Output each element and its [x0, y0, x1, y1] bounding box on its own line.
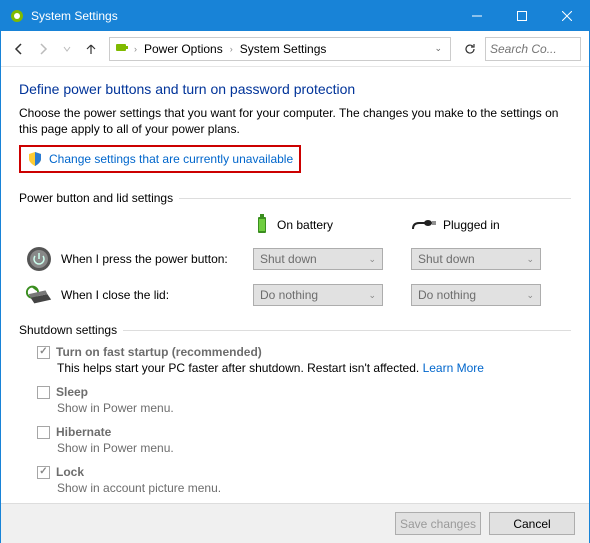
maximize-button[interactable] — [499, 1, 544, 31]
row-close-lid: When I close the lid: — [25, 281, 235, 309]
learn-more-link[interactable]: Learn More — [423, 361, 484, 375]
cancel-button[interactable]: Cancel — [489, 512, 575, 535]
chevron-down-icon: ⌄ — [526, 290, 534, 301]
change-settings-highlight: Change settings that are currently unava… — [19, 145, 301, 173]
lock-desc: Show in account picture menu. — [57, 481, 571, 495]
section-power-button-lid: Power button and lid settings — [19, 191, 571, 205]
close-lid-plugged-select[interactable]: Do nothing⌄ — [411, 284, 541, 306]
forward-button[interactable] — [33, 39, 53, 59]
breadcrumb-system-settings[interactable]: System Settings — [237, 42, 330, 56]
chevron-down-icon: ⌄ — [368, 254, 376, 265]
option-hibernate: Hibernate Show in Power menu. — [37, 425, 571, 455]
sleep-checkbox[interactable] — [37, 386, 50, 399]
footer-bar: Save changes Cancel — [1, 503, 589, 543]
shield-icon — [27, 151, 43, 167]
page-heading: Define power buttons and turn on passwor… — [19, 81, 571, 97]
window-title: System Settings — [31, 9, 454, 23]
chevron-right-icon: › — [132, 44, 139, 54]
breadcrumb-power-options[interactable]: Power Options — [141, 42, 226, 56]
power-grid: On battery Plugged in When I press the p… — [25, 213, 571, 309]
recent-dropdown[interactable] — [57, 39, 77, 59]
col-on-battery: On battery — [253, 213, 393, 237]
option-lock: Lock Show in account picture menu. — [37, 465, 571, 495]
col-plugged-in: Plugged in — [411, 217, 551, 233]
refresh-button[interactable] — [459, 38, 481, 60]
battery-icon — [253, 213, 271, 237]
back-button[interactable] — [9, 39, 29, 59]
minimize-button[interactable] — [454, 1, 499, 31]
chevron-down-icon: ⌄ — [368, 290, 376, 301]
power-button-battery-select[interactable]: Shut down⌄ — [253, 248, 383, 270]
change-settings-link[interactable]: Change settings that are currently unava… — [49, 152, 293, 166]
address-dropdown-icon[interactable]: ⌄ — [430, 43, 446, 54]
titlebar: System Settings — [1, 1, 589, 31]
page-description: Choose the power settings that you want … — [19, 105, 571, 137]
section-shutdown: Shutdown settings — [19, 323, 571, 337]
fast-startup-desc: This helps start your PC faster after sh… — [57, 361, 571, 375]
power-button-icon — [26, 246, 52, 272]
save-button[interactable]: Save changes — [395, 512, 481, 535]
row-power-button: When I press the power button: — [25, 245, 235, 273]
close-lid-battery-select[interactable]: Do nothing⌄ — [253, 284, 383, 306]
search-input[interactable] — [485, 37, 581, 61]
nav-toolbar: › Power Options › System Settings ⌄ — [1, 31, 589, 67]
up-button[interactable] — [81, 39, 101, 59]
sleep-desc: Show in Power menu. — [57, 401, 571, 415]
option-fast-startup: Turn on fast startup (recommended) This … — [37, 345, 571, 375]
close-button[interactable] — [544, 1, 589, 31]
shutdown-options: Turn on fast startup (recommended) This … — [37, 345, 571, 495]
content-area: Define power buttons and turn on passwor… — [1, 67, 589, 513]
chevron-right-icon: › — [228, 44, 235, 54]
power-button-plugged-select[interactable]: Shut down⌄ — [411, 248, 541, 270]
chevron-down-icon: ⌄ — [526, 254, 534, 265]
address-bar[interactable]: › Power Options › System Settings ⌄ — [109, 37, 451, 61]
hibernate-desc: Show in Power menu. — [57, 441, 571, 455]
laptop-lid-icon — [25, 284, 53, 306]
hibernate-checkbox[interactable] — [37, 426, 50, 439]
plug-icon — [411, 217, 437, 233]
app-icon — [9, 8, 25, 24]
option-sleep: Sleep Show in Power menu. — [37, 385, 571, 415]
fast-startup-checkbox[interactable] — [37, 346, 50, 359]
lock-checkbox[interactable] — [37, 466, 50, 479]
power-options-icon — [114, 41, 130, 57]
